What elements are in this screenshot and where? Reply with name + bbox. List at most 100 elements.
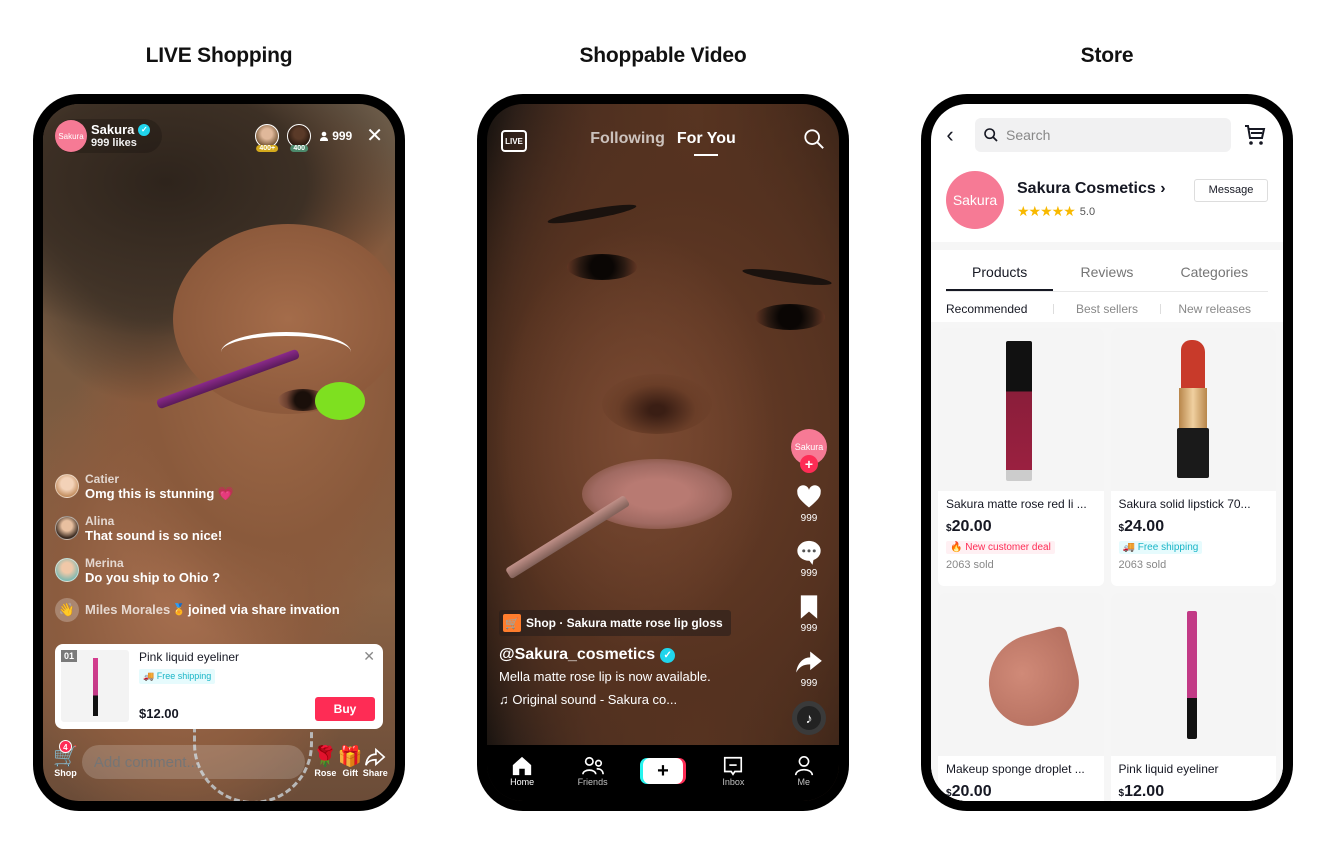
rating-value: 5.0 (1079, 205, 1096, 218)
product-card[interactable]: Sakura solid lipstick 70... $24.00 🚚 Fre… (1110, 328, 1276, 586)
video-description: Mella matte rose lip is now available. (499, 669, 711, 684)
share-button[interactable]: Share (363, 746, 388, 778)
tab-categories[interactable]: Categories (1161, 254, 1268, 291)
tab-reviews[interactable]: Reviews (1053, 254, 1160, 291)
video-screen: LIVE Following For You Sakura + 999 999 … (487, 104, 839, 801)
add-comment-input[interactable] (81, 745, 305, 779)
tab-for-you[interactable]: For You (677, 130, 736, 148)
gift-label: Gift (342, 768, 359, 778)
nav-friends[interactable]: Friends (568, 755, 618, 787)
commenter-avatar[interactable] (55, 474, 79, 498)
create-plus-icon: + (642, 758, 683, 784)
commenter-avatar[interactable] (55, 557, 79, 582)
commenter-avatar[interactable] (55, 515, 79, 540)
host-avatar[interactable]: Sakura (55, 120, 87, 152)
store-name-link[interactable]: Sakura Cosmetics › (1017, 180, 1166, 198)
product-image (1110, 328, 1276, 491)
nav-label: Home (510, 777, 535, 787)
video-eyebrow (546, 201, 638, 227)
comment-bubble-icon (797, 540, 821, 565)
nav-home[interactable]: Home (497, 755, 547, 787)
video-nail (315, 382, 365, 420)
creator-username[interactable]: @Sakura_cosmetics (499, 646, 655, 664)
search-placeholder: Search (1006, 127, 1051, 143)
nav-me[interactable]: Me (779, 755, 829, 787)
section-title-live: LIVE Shopping (145, 44, 293, 67)
section-title-video: Shoppable Video (579, 44, 747, 67)
product-card[interactable]: Pink liquid eyeliner $12.00 (1110, 593, 1276, 801)
close-icon[interactable]: ✕ (366, 126, 383, 146)
music-disc-icon[interactable]: ♪ (792, 701, 826, 735)
product-image (938, 593, 1104, 756)
back-chevron-icon[interactable]: ‹ (935, 122, 965, 148)
profile-icon (794, 756, 813, 776)
bookmark-icon (800, 595, 818, 619)
search-input[interactable]: Search (975, 118, 1231, 152)
filter-best-sellers[interactable]: Best sellers (1054, 302, 1161, 316)
person-icon (320, 131, 329, 141)
product-card[interactable]: Sakura matte rose red li ... $20.00 🔥 Ne… (938, 328, 1104, 586)
buy-button[interactable]: Buy (315, 697, 375, 721)
comment-item: Merina Do you ship to Ohio ? (55, 556, 355, 586)
gift-icon: 🎁 (337, 746, 363, 768)
shop-button[interactable]: 🛒 4 Shop (53, 740, 78, 778)
host-profile[interactable]: Sakura Sakura ✓ 999 likes (55, 119, 163, 153)
creator-avatar-text: Sakura (794, 442, 824, 452)
viewer-count[interactable]: 999 (319, 129, 352, 143)
lipstick-base (1176, 428, 1209, 478)
product-image (938, 328, 1104, 491)
sold-count: 2063 sold (1118, 559, 1167, 571)
tab-following[interactable]: Following (590, 130, 665, 148)
save-button[interactable]: 999 (794, 593, 824, 634)
makeup-sponge-image (977, 624, 1089, 736)
video-header: LIVE Following For You (487, 128, 839, 158)
commenter-name: Catier (85, 472, 120, 486)
sound-link[interactable]: ♫ Original sound - Sakura co... (499, 692, 719, 707)
store-logo[interactable]: Sakura (946, 171, 1004, 229)
nav-inbox[interactable]: Inbox (708, 755, 758, 787)
rose-gift-button[interactable]: 🌹 Rose (313, 746, 338, 778)
gift-rank-badge: 400+ (256, 145, 279, 152)
product-number: 01 (61, 650, 78, 662)
pinned-product-card[interactable]: 01 Pink liquid eyeliner 🚚 Free shipping … (55, 644, 383, 729)
follow-plus-icon[interactable]: + (800, 455, 818, 473)
like-button[interactable]: 999 (794, 483, 824, 524)
top-viewer-avatar[interactable]: 400+ (255, 124, 280, 152)
rose-label: Rose (314, 768, 337, 778)
shopping-cart-icon[interactable] (1243, 123, 1267, 147)
close-icon[interactable]: ✕ (363, 648, 375, 665)
divider (931, 242, 1283, 250)
live-comments: Catier Omg this is stunning 💗 Alina That s… (55, 472, 355, 622)
friends-icon (581, 756, 604, 775)
host-name: Sakura (91, 122, 135, 137)
joined-text: joined via share invation (187, 602, 340, 618)
creator-avatar[interactable]: Sakura + (791, 429, 827, 473)
product-thumbnail[interactable]: 01 (61, 650, 129, 722)
product-card[interactable]: Makeup sponge droplet ... $20.00 (938, 593, 1104, 801)
share-button[interactable]: 999 (794, 648, 824, 689)
top-viewer-avatar[interactable]: 400 (287, 124, 312, 152)
phone-live-shopping: Sakura Sakura ✓ 999 likes 400+ 400 999 ✕ … (33, 94, 405, 811)
filter-new-releases[interactable]: New releases (1161, 302, 1268, 316)
comment-count: 999 (800, 568, 818, 579)
share-icon (365, 747, 386, 767)
product-filters: Recommended Best sellers New releases (946, 302, 1268, 316)
comment-button[interactable]: 999 (794, 538, 824, 579)
shop-anchor-text: Shop · Sakura matte rose lip gloss (526, 616, 723, 630)
gift-button[interactable]: 🎁 Gift (338, 746, 363, 778)
sound-name: Original sound - Sakura co... (512, 691, 678, 707)
tab-products[interactable]: Products (946, 254, 1054, 291)
message-button[interactable]: Message (1194, 178, 1268, 202)
nav-create[interactable]: + (638, 758, 688, 784)
video-eye (755, 304, 825, 330)
filter-recommended[interactable]: Recommended (946, 302, 1053, 316)
comment-item: Catier Omg this is stunning 💗 (55, 472, 355, 502)
product-price: $12.00 (139, 706, 179, 721)
store-header: ‹ Search (931, 118, 1283, 152)
product-price: $20.00 (946, 783, 992, 800)
store-tabs: Products Reviews Categories (946, 254, 1268, 292)
search-icon[interactable] (803, 128, 825, 150)
shop-anchor-link[interactable]: 🛒 Shop · Sakura matte rose lip gloss (499, 610, 731, 636)
store-profile: Sakura Sakura Cosmetics › ★★★★★ 5.0 Mess… (946, 170, 1268, 230)
shop-count-badge: 4 (58, 740, 72, 753)
